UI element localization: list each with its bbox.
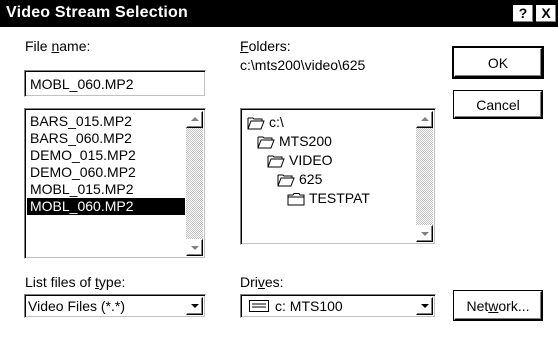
chevron-down-icon bbox=[421, 304, 429, 308]
folder-tree-item[interactable]: VIDEO bbox=[267, 151, 333, 169]
scroll-up-button[interactable] bbox=[186, 111, 203, 128]
folder-tree-scrollbar[interactable] bbox=[416, 111, 433, 242]
file-name-input[interactable]: MOBL_060.MP2 bbox=[24, 70, 206, 97]
scroll-down-button[interactable] bbox=[416, 225, 433, 242]
up-arrow-icon bbox=[421, 117, 429, 121]
open-folder-icon bbox=[257, 133, 279, 149]
folder-tree-item[interactable]: 625 bbox=[277, 170, 322, 188]
cancel-button[interactable]: Cancel bbox=[453, 90, 543, 119]
closed-folder-icon bbox=[287, 190, 309, 206]
drives-value: c: MTS100 bbox=[275, 298, 343, 314]
drives-dropdown-button[interactable] bbox=[416, 297, 433, 315]
drives-label: Drives: bbox=[240, 274, 284, 290]
file-type-dropdown-button[interactable] bbox=[186, 297, 203, 315]
file-list-item[interactable]: MOBL_060.MP2 bbox=[27, 198, 185, 215]
file-list-item[interactable]: BARS_015.MP2 bbox=[27, 113, 132, 130]
close-button[interactable]: X bbox=[535, 4, 557, 23]
help-button[interactable]: ? bbox=[512, 4, 534, 23]
folder-name: 625 bbox=[299, 171, 323, 187]
ok-button[interactable]: OK bbox=[452, 46, 544, 79]
chevron-down-icon bbox=[191, 304, 199, 308]
file-type-label: List files of type: bbox=[25, 274, 126, 290]
network-button[interactable]: Net w ork... bbox=[453, 290, 543, 321]
drive-icon bbox=[249, 300, 269, 312]
file-list-item[interactable]: MOBL_015.MP2 bbox=[27, 181, 134, 198]
file-list-scrollbar[interactable] bbox=[186, 111, 203, 256]
folder-name: VIDEO bbox=[289, 152, 333, 168]
network-label-ul: w bbox=[488, 297, 499, 314]
open-folder-icon bbox=[247, 114, 269, 130]
open-folder-icon bbox=[277, 171, 299, 187]
folders-label: Folders: bbox=[240, 38, 291, 54]
drives-select[interactable]: c: MTS100 bbox=[240, 294, 436, 318]
file-type-value: Video Files (*.*) bbox=[28, 298, 126, 314]
folder-tree-item[interactable]: TESTPAT bbox=[287, 189, 370, 207]
folder-name: c:\ bbox=[269, 114, 284, 130]
file-list-item[interactable]: BARS_060.MP2 bbox=[27, 130, 132, 147]
scroll-down-button[interactable] bbox=[186, 239, 203, 256]
down-arrow-icon bbox=[421, 232, 429, 236]
file-list[interactable]: BARS_015.MP2 BARS_060.MP2 DEMO_015.MP2 DEMO… bbox=[24, 108, 206, 259]
file-name-value: MOBL_060.MP2 bbox=[30, 76, 134, 92]
folder-tree-item[interactable]: c:\ bbox=[247, 113, 284, 131]
folder-tree[interactable]: c:\ MTS200 VIDEO 625 TESTPAT bbox=[240, 108, 436, 245]
window-title: Video Stream Selection bbox=[6, 4, 188, 21]
network-label-post: ork... bbox=[498, 297, 530, 314]
folder-name: TESTPAT bbox=[309, 190, 370, 206]
file-name-label: File name: bbox=[25, 38, 91, 54]
file-list-item[interactable]: DEMO_060.MP2 bbox=[27, 164, 136, 181]
current-path: c:\mts200\video\625 bbox=[240, 57, 366, 73]
scroll-up-button[interactable] bbox=[416, 111, 433, 128]
open-folder-icon bbox=[267, 152, 289, 168]
network-label-pre: Net bbox=[466, 297, 489, 314]
file-type-select[interactable]: Video Files (*.*) bbox=[24, 294, 206, 318]
down-arrow-icon bbox=[191, 246, 199, 250]
file-list-item[interactable]: DEMO_015.MP2 bbox=[27, 147, 136, 164]
up-arrow-icon bbox=[191, 117, 199, 121]
folder-tree-item[interactable]: MTS200 bbox=[257, 132, 332, 150]
folder-name: MTS200 bbox=[279, 133, 332, 149]
